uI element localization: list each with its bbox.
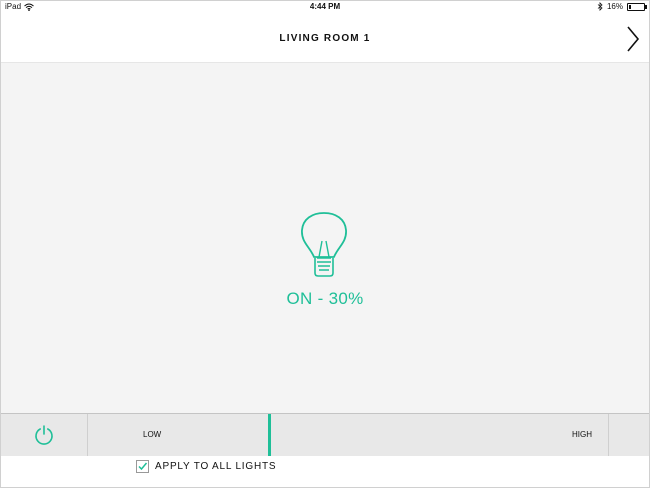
slider-thumb[interactable]: [267, 414, 271, 456]
brightness-slider[interactable]: LOW HIGH: [88, 414, 608, 456]
app-window: iPad 4:44 PM 16% LIVING ROOM 1 ON - 30% …: [0, 0, 650, 488]
apply-all-option[interactable]: APPLY TO ALL LIGHTS: [136, 460, 276, 473]
slider-high-label: HIGH: [572, 430, 592, 439]
apply-all-label: APPLY TO ALL LIGHTS: [155, 461, 277, 472]
battery-percent: 16%: [606, 2, 623, 11]
footer: APPLY TO ALL LIGHTS: [1, 456, 649, 487]
power-button[interactable]: [1, 414, 88, 456]
brightness-control-bar: LOW HIGH: [1, 413, 649, 457]
chevron-right-icon[interactable]: [626, 26, 640, 52]
bluetooth-icon: [597, 2, 603, 11]
checkmark-icon: [138, 462, 148, 471]
status-bar: iPad 4:44 PM 16%: [1, 1, 649, 14]
light-display: ON - 30%: [1, 63, 649, 413]
battery-level: [629, 4, 631, 9]
light-state: ON - 30%: [286, 289, 364, 308]
control-end-cap: [608, 414, 649, 456]
power-icon: [35, 425, 53, 445]
apply-all-checkbox[interactable]: [136, 460, 149, 473]
battery-icon: [627, 2, 647, 11]
nav-bar: LIVING ROOM 1: [1, 14, 649, 63]
lightbulb-icon[interactable]: [298, 211, 350, 281]
page-title: LIVING ROOM 1: [279, 33, 371, 44]
status-time: 4:44 PM: [309, 2, 341, 11]
slider-low-label: LOW: [143, 430, 162, 439]
